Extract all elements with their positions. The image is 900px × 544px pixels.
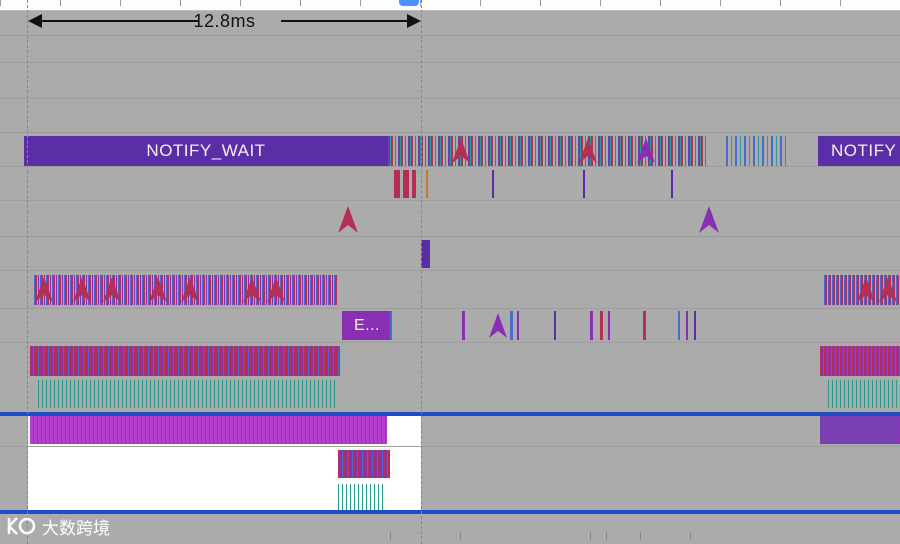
thin-slice[interactable] xyxy=(686,311,688,340)
thin-slice xyxy=(460,532,461,540)
selection-end-line[interactable] xyxy=(421,0,422,544)
selection-measure: 12.8ms xyxy=(28,8,421,34)
thin-slice[interactable] xyxy=(390,311,392,340)
thin-slice[interactable] xyxy=(583,170,585,198)
flow-arrow-icon[interactable] xyxy=(488,312,508,340)
scattered-slices xyxy=(390,170,696,540)
flow-arrow-icon[interactable] xyxy=(636,137,656,165)
thin-slice xyxy=(690,532,691,540)
thin-slice[interactable] xyxy=(600,311,603,340)
flow-arrow-icon[interactable] xyxy=(451,137,471,165)
thin-slice xyxy=(590,532,591,540)
flow-arrow-icon[interactable] xyxy=(34,276,314,304)
thin-slice[interactable] xyxy=(590,311,593,340)
flow-arrow-icon[interactable] xyxy=(337,205,359,235)
thin-slice[interactable] xyxy=(510,311,513,340)
arrow-right-icon xyxy=(407,14,421,28)
thin-slice[interactable] xyxy=(678,311,680,340)
trace-timeline[interactable]: NOTIFY_WAIT NOTIFY E... 12.8ms 大数跨境 xyxy=(0,0,900,544)
flow-arrow-icon[interactable] xyxy=(856,276,900,304)
thin-slice[interactable] xyxy=(462,311,465,340)
thin-slice[interactable] xyxy=(608,311,610,340)
thin-slice xyxy=(606,532,607,540)
thin-slice[interactable] xyxy=(426,170,428,198)
watermark-logo-icon xyxy=(7,517,36,535)
watermark-text: 大数跨境 xyxy=(42,518,110,538)
measure-line-right xyxy=(281,20,411,22)
flow-arrow-icon[interactable] xyxy=(698,205,720,235)
thin-slice[interactable] xyxy=(554,311,556,340)
thin-slice[interactable] xyxy=(694,311,696,340)
thin-slice xyxy=(390,532,391,540)
selection-start-line[interactable] xyxy=(27,0,28,544)
thin-slice[interactable] xyxy=(517,311,519,340)
thin-slice xyxy=(640,532,641,540)
flow-arrow-icon[interactable] xyxy=(578,137,598,165)
thin-slice[interactable] xyxy=(643,311,646,340)
thin-slice[interactable] xyxy=(492,170,494,198)
watermark: 大数跨境 xyxy=(6,514,110,538)
thin-slice[interactable] xyxy=(671,170,673,198)
